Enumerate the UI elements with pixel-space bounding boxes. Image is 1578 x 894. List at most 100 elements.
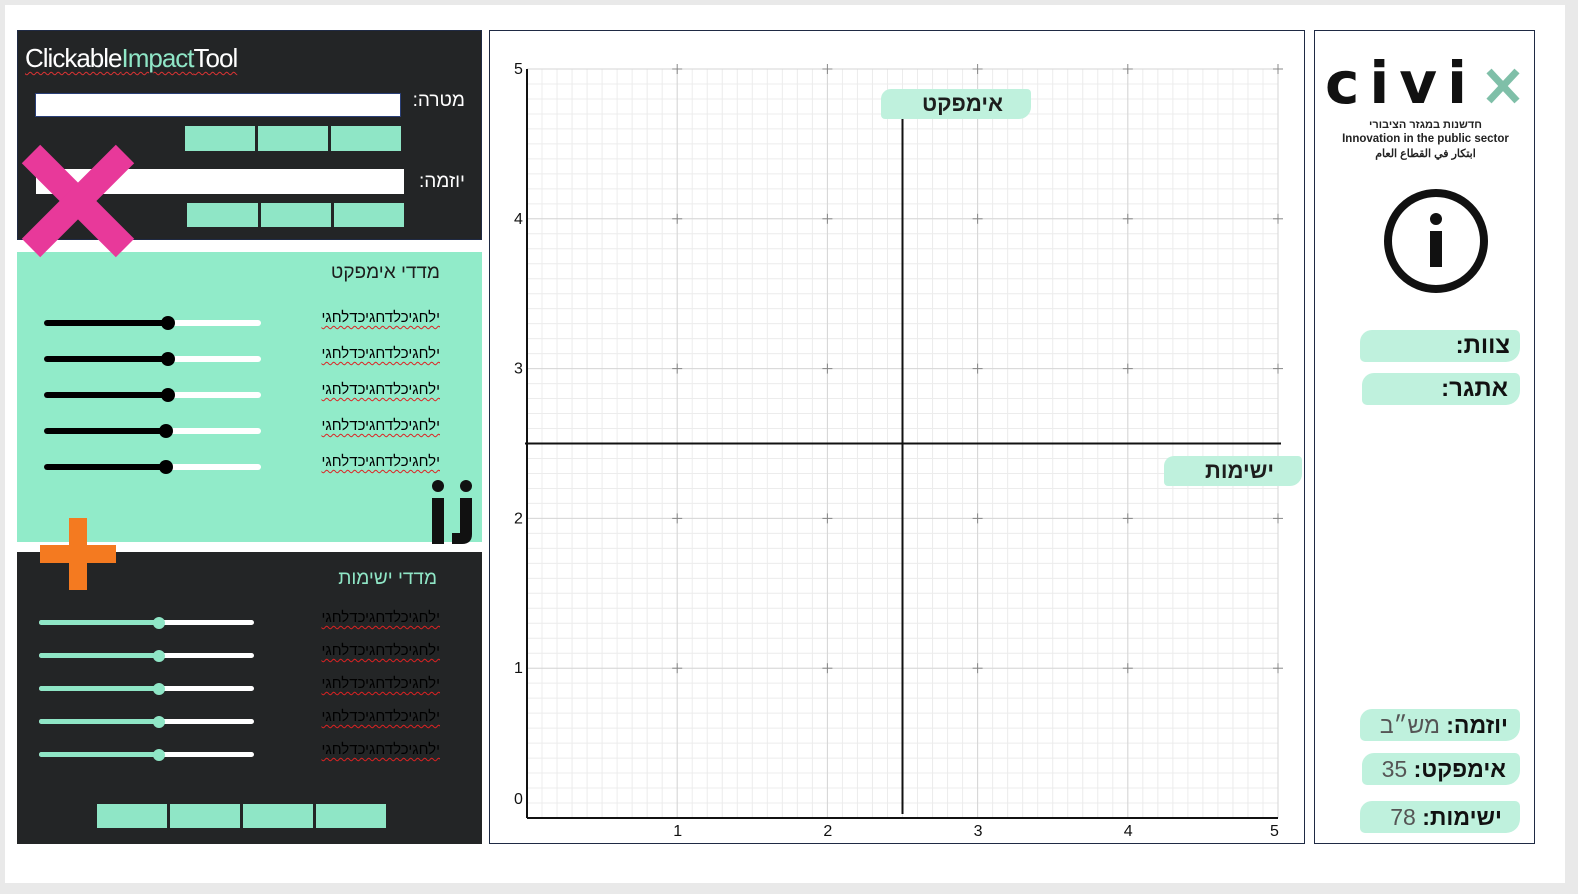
app-title: ClickableImpactTool: [25, 43, 238, 73]
impact-metric-row: ילחגיכלדחגיכדלחגי: [17, 345, 482, 369]
add-plus-icon[interactable]: [40, 518, 116, 590]
feasibility-metric-label: ילחגיכלדחגיכדלחגי: [321, 675, 441, 692]
impact-metrics-panel: מדדי אימפקט ילחגיכלדחגיכדלחגי ילחגיכלדחגי…: [17, 252, 482, 542]
goal-label: מטרה:: [412, 90, 465, 111]
impact-feasibility-chart[interactable]: 1 2 3 4 5 0 1 2 3 4 5 אימפקט ישימות: [489, 30, 1305, 844]
x-tick-label: 4: [1124, 823, 1133, 840]
slider-fill: [39, 719, 160, 724]
challenge-field[interactable]: אתגר:: [1362, 373, 1520, 405]
slider-fill: [39, 653, 160, 658]
y-tick-label: 1: [514, 660, 523, 677]
feasibility-metric-row: ילחגיכלדחגיכדלחגי: [17, 675, 482, 699]
feasibility-metric-row: ילחגיכלדחגיכדלחגי: [17, 708, 482, 732]
feasibility-metric-slider[interactable]: [39, 649, 254, 662]
feasibility-metric-slider[interactable]: [39, 748, 254, 761]
feasibility-option-button-3[interactable]: [243, 804, 313, 828]
feasibility-metric-row: ילחגיכלדחגיכדלחגי: [17, 609, 482, 633]
slider-fill: [44, 392, 168, 398]
impact-metric-slider[interactable]: [44, 424, 261, 438]
y-tick-label: 2: [514, 510, 523, 527]
goal-input[interactable]: [35, 93, 401, 117]
ij-icon[interactable]: [426, 478, 478, 544]
impact-metric-row: ילחגיכלדחגיכדלחגי: [17, 309, 482, 333]
impact-metric-slider[interactable]: [44, 388, 261, 402]
svg-text:civi: civi: [1325, 49, 1477, 111]
impact-metric-label: ילחגיכלדחגיכדלחגי: [321, 345, 441, 362]
goal-option-button-1[interactable]: [185, 126, 255, 151]
x-tick-label: 3: [974, 823, 983, 840]
impact-metric-label: ילחגיכלדחגיכדלחגי: [321, 309, 441, 326]
slider-handle[interactable]: [153, 616, 166, 629]
slider-fill: [44, 320, 168, 326]
info-icon[interactable]: [1383, 188, 1489, 294]
civix-logo: civi: [1325, 49, 1520, 111]
summary-sidebar: civi חדשנות במגזר הציבורי Innovation in …: [1314, 30, 1535, 844]
y-tick-label: 5: [514, 61, 523, 78]
slider-handle[interactable]: [153, 649, 166, 662]
slider-fill: [39, 686, 160, 691]
slider-handle[interactable]: [158, 460, 173, 474]
feasibility-axis-label: ישימות: [1164, 456, 1302, 486]
slider-handle[interactable]: [158, 424, 173, 438]
feasibility-metric-label: ילחגיכלדחגיכדלחגי: [321, 642, 441, 659]
impact-metrics-title: מדדי אימפקט: [330, 262, 440, 283]
initiative-option-button-2[interactable]: [261, 203, 331, 227]
feasibility-metric-label: ילחגיכלדחגיכדלחגי: [321, 741, 441, 758]
impact-axis-label: אימפקט: [881, 89, 1031, 119]
y-tick-label: 0: [514, 791, 523, 808]
impact-metric-slider[interactable]: [44, 460, 261, 474]
feasibility-button-row: [97, 804, 386, 828]
feasibility-metric-slider[interactable]: [39, 715, 254, 728]
initiative-option-button-1[interactable]: [187, 203, 258, 227]
feasibility-metric-label: ילחגיכלדחגיכדלחגי: [321, 609, 441, 626]
impact-metric-slider[interactable]: [44, 316, 261, 330]
slider-fill: [44, 356, 168, 362]
impact-metric-row: ילחגיכלדחגיכדלחגי: [17, 417, 482, 441]
impact-metric-row: ילחגיכלדחגיכדלחגי: [17, 381, 482, 405]
feasibility-option-button-1[interactable]: [97, 804, 167, 828]
impact-metric-row: ילחגיכלדחגיכדלחגי: [17, 453, 482, 477]
summary-impact-score: אימפקט: 35: [1362, 753, 1520, 785]
slider-handle[interactable]: [153, 682, 166, 695]
x-tick-label: 1: [673, 823, 682, 840]
slider-handle[interactable]: [160, 388, 175, 402]
goal-button-row: [185, 126, 401, 151]
impact-metric-label: ילחגיכלדחגיכדלחגי: [321, 417, 441, 434]
feasibility-metric-row: ילחגיכלדחגיכדלחגי: [17, 642, 482, 666]
feasibility-option-button-4[interactable]: [316, 804, 386, 828]
y-tick-label: 3: [514, 361, 523, 378]
impact-metric-slider[interactable]: [44, 352, 261, 366]
summary-initiative: יוזמה: מש״ב: [1360, 709, 1520, 741]
goal-option-button-2[interactable]: [258, 126, 328, 151]
feasibility-metric-row: ילחגיכלדחגיכדלחגי: [17, 741, 482, 765]
feasibility-metrics-title: מדדי ישימות: [338, 568, 437, 589]
slider-fill: [44, 428, 166, 434]
close-x-icon[interactable]: [17, 140, 139, 262]
initiative-label: יוזמה:: [418, 171, 465, 192]
feasibility-metric-slider[interactable]: [39, 616, 254, 629]
feasibility-option-button-2[interactable]: [170, 804, 240, 828]
slider-handle[interactable]: [153, 715, 166, 728]
initiative-button-row: [187, 203, 404, 227]
slider-handle[interactable]: [153, 748, 166, 761]
feasibility-metrics-panel: מדדי ישימות ילחגיכלדחגיכדלחגי ילחגיכלדחגי…: [17, 552, 482, 844]
x-tick-label: 2: [823, 823, 832, 840]
summary-feasibility-score: ישימות: 78: [1360, 801, 1520, 833]
impact-metric-label: ילחגיכלדחגיכדלחגי: [321, 381, 441, 398]
tagline-hebrew: חדשנות במגזר הציבורי: [1369, 119, 1482, 131]
slider-handle[interactable]: [160, 316, 175, 330]
slider-fill: [44, 464, 166, 470]
tagline-english: Innovation in the public sector: [1342, 133, 1509, 145]
feasibility-metric-label: ילחגיכלדחגיכדלחגי: [321, 708, 441, 725]
slider-fill: [39, 752, 160, 757]
slider-handle[interactable]: [160, 352, 175, 366]
slider-fill: [39, 620, 160, 625]
goal-option-button-3[interactable]: [331, 126, 401, 151]
x-tick-label: 5: [1270, 823, 1279, 840]
team-field[interactable]: צוות:: [1360, 330, 1520, 362]
feasibility-metric-slider[interactable]: [39, 682, 254, 695]
tagline-arabic: ابتكار في القطاع العام: [1375, 148, 1476, 160]
initiative-option-button-3[interactable]: [334, 203, 404, 227]
chart-canvas: 1 2 3 4 5 0 1 2 3 4 5: [514, 61, 1283, 840]
y-tick-label: 4: [514, 211, 523, 228]
